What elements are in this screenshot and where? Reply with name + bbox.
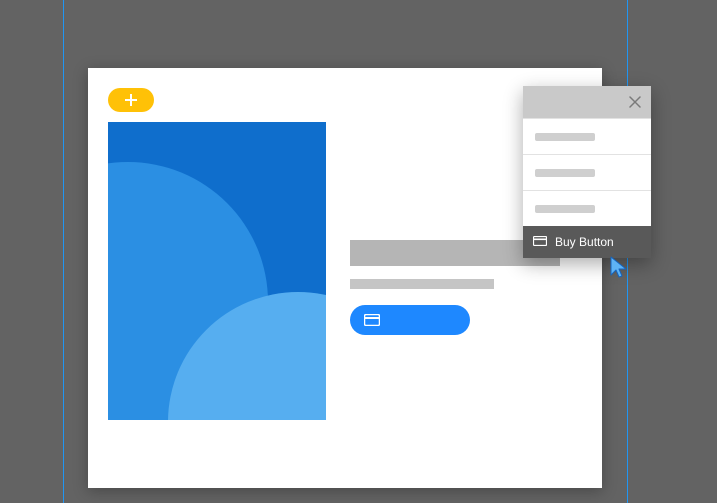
card-icon <box>533 235 547 249</box>
tooltip-panel: Buy Button <box>523 86 651 258</box>
hero-image-placeholder <box>108 122 326 420</box>
panel-footer-label: Buy Button <box>555 235 614 249</box>
option-label-placeholder <box>535 205 595 213</box>
panel-option[interactable] <box>523 118 651 154</box>
panel-option[interactable] <box>523 190 651 226</box>
panel-option[interactable] <box>523 154 651 190</box>
option-label-placeholder <box>535 133 595 141</box>
option-label-placeholder <box>535 169 595 177</box>
alignment-guide-left <box>63 0 64 503</box>
plus-icon <box>125 94 137 106</box>
close-icon[interactable] <box>627 94 643 110</box>
panel-footer[interactable]: Buy Button <box>523 226 651 258</box>
card-icon <box>364 314 380 326</box>
panel-header <box>523 86 651 118</box>
add-button[interactable] <box>108 88 154 112</box>
cursor-icon <box>608 255 632 279</box>
subtitle-placeholder <box>350 279 494 289</box>
buy-button[interactable] <box>350 305 470 335</box>
